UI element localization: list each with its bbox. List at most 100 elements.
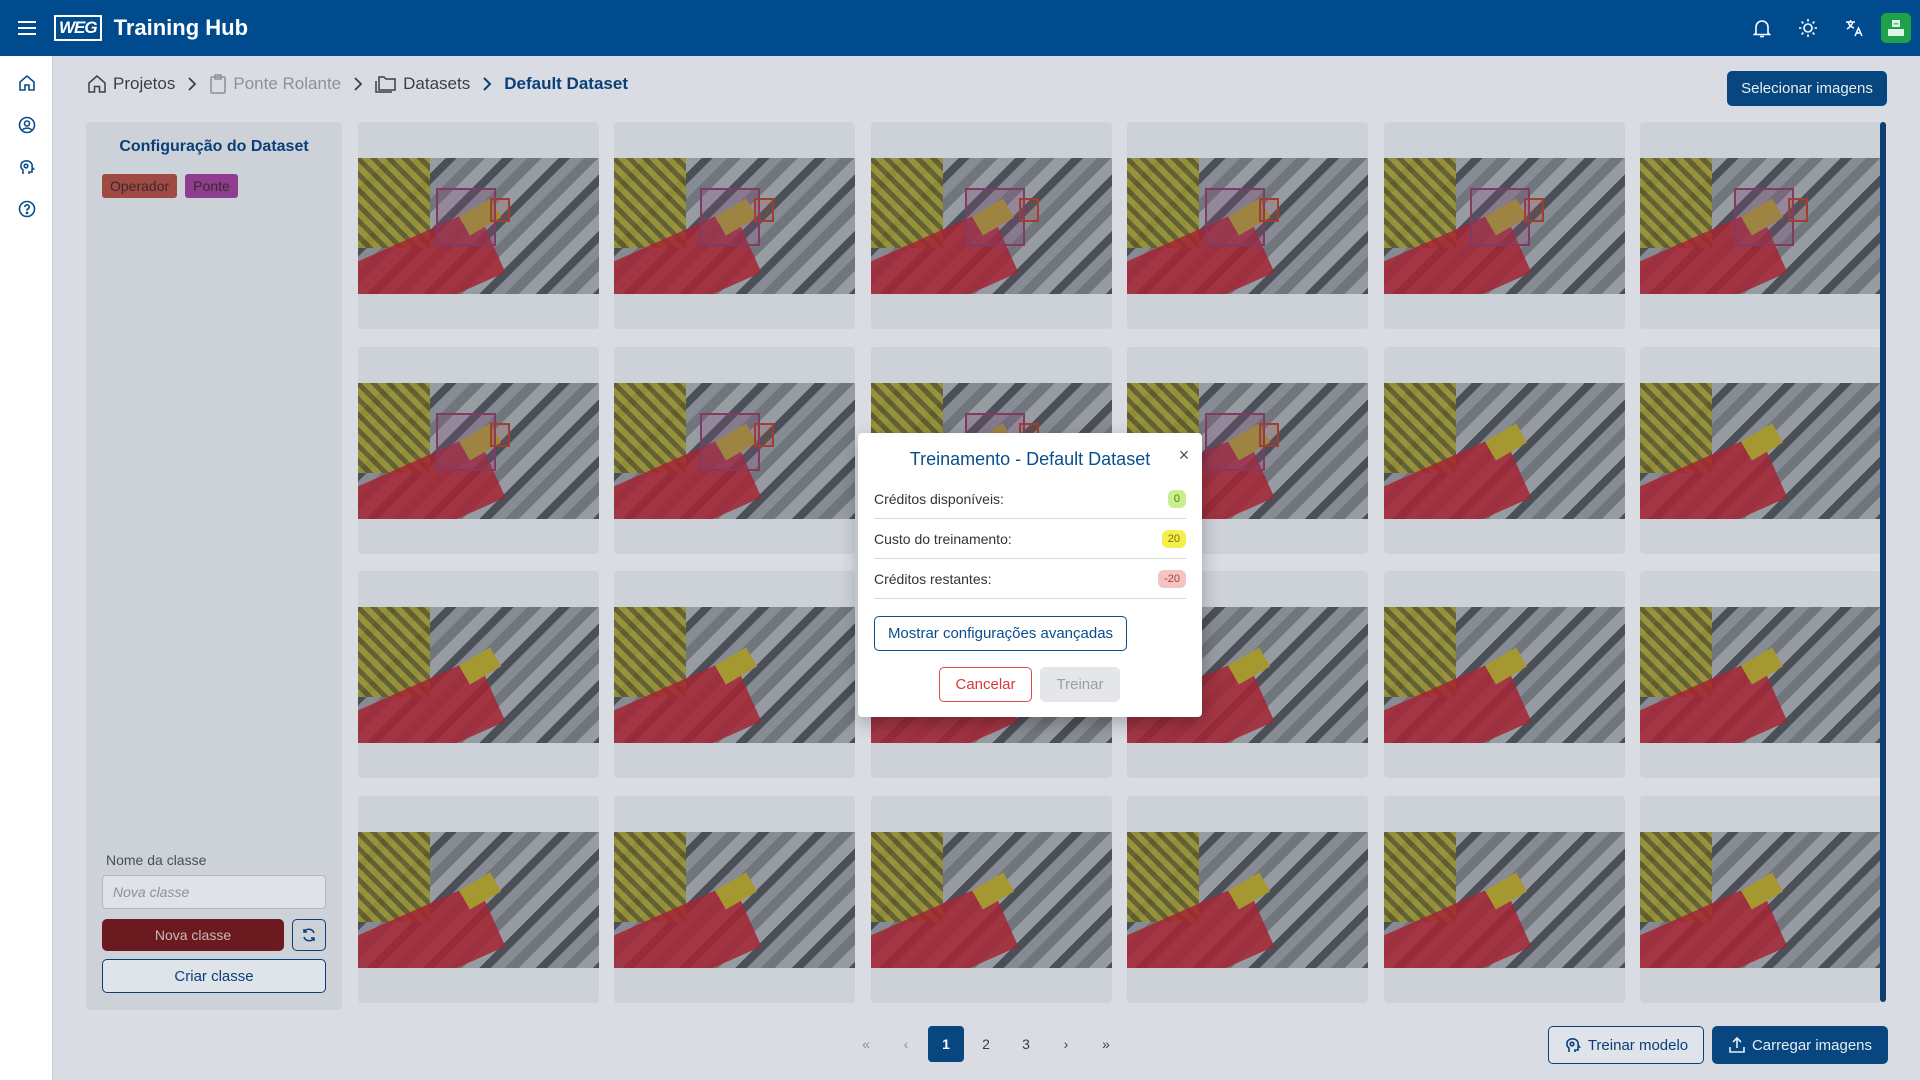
image-thumbnail[interactable]	[358, 832, 599, 968]
image-thumbnail[interactable]	[1640, 158, 1881, 294]
breadcrumb-label: Default Dataset	[504, 74, 628, 93]
first-page-button[interactable]: «	[848, 1026, 884, 1062]
new-class-button[interactable]: Nova classe	[102, 919, 284, 951]
image-card[interactable]	[358, 571, 599, 778]
next-page-button[interactable]: ›	[1048, 1026, 1084, 1062]
image-card[interactable]	[871, 796, 1112, 1003]
logo-mark: WEG	[54, 15, 102, 41]
image-thumbnail[interactable]	[614, 383, 855, 519]
page-3-button[interactable]: 3	[1008, 1026, 1044, 1062]
image-card[interactable]	[614, 347, 855, 554]
upload-icon	[1729, 1036, 1745, 1053]
image-card[interactable]	[614, 571, 855, 778]
home-icon[interactable]	[0, 62, 53, 104]
breadcrumb-label: Datasets	[403, 74, 471, 93]
chevron-right-icon	[482, 77, 492, 91]
image-card[interactable]	[1384, 796, 1625, 1003]
side-nav	[0, 56, 53, 1080]
image-thumbnail[interactable]	[871, 158, 1112, 294]
translate-icon[interactable]	[1831, 0, 1877, 56]
cancel-button[interactable]: Cancelar	[939, 667, 1032, 702]
credits-available-row: Créditos disponíveis: 0	[874, 479, 1186, 519]
upload-images-label: Carregar imagens	[1751, 1036, 1873, 1054]
advanced-settings-button[interactable]: Mostrar configurações avançadas	[874, 616, 1127, 651]
close-icon[interactable]: ×	[1174, 445, 1194, 465]
training-cost-row: Custo do treinamento: 20	[874, 519, 1186, 559]
training-cost-badge: 20	[1161, 529, 1186, 548]
menu-icon[interactable]	[0, 0, 54, 56]
image-card[interactable]	[358, 347, 599, 554]
image-thumbnail[interactable]	[614, 832, 855, 968]
grid-scrollbar[interactable]	[1880, 122, 1886, 1002]
image-thumbnail[interactable]	[614, 158, 855, 294]
credits-remaining-badge: -20	[1158, 569, 1186, 588]
create-class-button[interactable]: Criar classe	[102, 959, 326, 993]
credits-remaining-row: Créditos restantes: -20	[874, 559, 1186, 599]
brain-icon	[1566, 1038, 1581, 1052]
image-thumbnail[interactable]	[1384, 158, 1625, 294]
help-icon[interactable]	[0, 188, 53, 230]
brain-icon[interactable]	[0, 146, 53, 188]
app-title: Training Hub	[113, 15, 249, 40]
image-thumbnail[interactable]	[1384, 383, 1625, 519]
image-thumbnail[interactable]	[1640, 383, 1881, 519]
sun-icon[interactable]	[1785, 0, 1831, 56]
training-cost-label: Custo do treinamento:	[874, 530, 1012, 547]
class-chips: Operador Ponte	[102, 174, 238, 198]
folder-icon	[375, 76, 396, 93]
image-thumbnail[interactable]	[871, 832, 1112, 968]
avatar-icon[interactable]	[1881, 13, 1911, 43]
image-thumbnail[interactable]	[358, 607, 599, 743]
image-card[interactable]	[1384, 347, 1625, 554]
train-model-button[interactable]: Treinar modelo	[1548, 1026, 1704, 1064]
breadcrumb-label: Ponte Rolante	[233, 74, 342, 93]
class-chip-ponte[interactable]: Ponte	[185, 174, 238, 198]
image-card[interactable]	[1127, 122, 1368, 329]
class-name-input[interactable]: Nova classe	[102, 875, 326, 909]
upload-images-button[interactable]: Carregar imagens	[1712, 1026, 1888, 1064]
train-button[interactable]: Treinar	[1040, 667, 1120, 702]
image-card[interactable]	[1640, 122, 1881, 329]
image-thumbnail[interactable]	[1384, 832, 1625, 968]
image-card[interactable]	[614, 122, 855, 329]
image-card[interactable]	[1640, 796, 1881, 1003]
dataset-config-panel: Configuração do Dataset Operador Ponte N…	[86, 122, 342, 1010]
image-thumbnail[interactable]	[1127, 832, 1368, 968]
chevron-right-icon	[187, 77, 197, 91]
modal-title: Treinamento - Default Dataset	[909, 449, 1151, 469]
image-card[interactable]	[1640, 347, 1881, 554]
class-chip-operador[interactable]: Operador	[102, 174, 178, 198]
page-1-button[interactable]: 1	[928, 1026, 964, 1062]
image-card[interactable]	[1127, 796, 1368, 1003]
image-thumbnail[interactable]	[1640, 607, 1881, 743]
image-thumbnail[interactable]	[1640, 832, 1881, 968]
page-2-button[interactable]: 2	[968, 1026, 1004, 1062]
image-card[interactable]	[358, 796, 599, 1003]
class-name-label: Nome da classe	[106, 852, 207, 868]
training-modal: Treinamento - Default Dataset × Créditos…	[858, 433, 1202, 717]
top-bar: WEG Training Hub	[0, 0, 1920, 56]
image-card[interactable]	[1384, 122, 1625, 329]
image-thumbnail[interactable]	[358, 383, 599, 519]
image-thumbnail[interactable]	[1384, 607, 1625, 743]
image-thumbnail[interactable]	[1127, 158, 1368, 294]
breadcrumb-projetos[interactable]: Projetos	[87, 74, 175, 94]
breadcrumb-label: Projetos	[113, 74, 176, 93]
image-card[interactable]	[1640, 571, 1881, 778]
prev-page-button[interactable]: ‹	[888, 1026, 924, 1062]
breadcrumb: Projetos Ponte Rolante Datasets Default …	[87, 74, 628, 94]
image-card[interactable]	[358, 122, 599, 329]
image-thumbnail[interactable]	[358, 158, 599, 294]
user-circle-icon[interactable]	[0, 104, 53, 146]
image-card[interactable]	[1384, 571, 1625, 778]
breadcrumb-datasets[interactable]: Datasets	[375, 74, 470, 94]
refresh-icon[interactable]	[292, 919, 326, 951]
bell-icon[interactable]	[1739, 0, 1785, 56]
weg-logo: WEG Training Hub	[54, 15, 248, 41]
image-thumbnail[interactable]	[614, 607, 855, 743]
pagination: « ‹ 1 2 3 › »	[848, 1026, 1124, 1062]
select-images-button[interactable]: Selecionar imagens	[1727, 71, 1887, 106]
last-page-button[interactable]: »	[1088, 1026, 1124, 1062]
image-card[interactable]	[871, 122, 1112, 329]
image-card[interactable]	[614, 796, 855, 1003]
